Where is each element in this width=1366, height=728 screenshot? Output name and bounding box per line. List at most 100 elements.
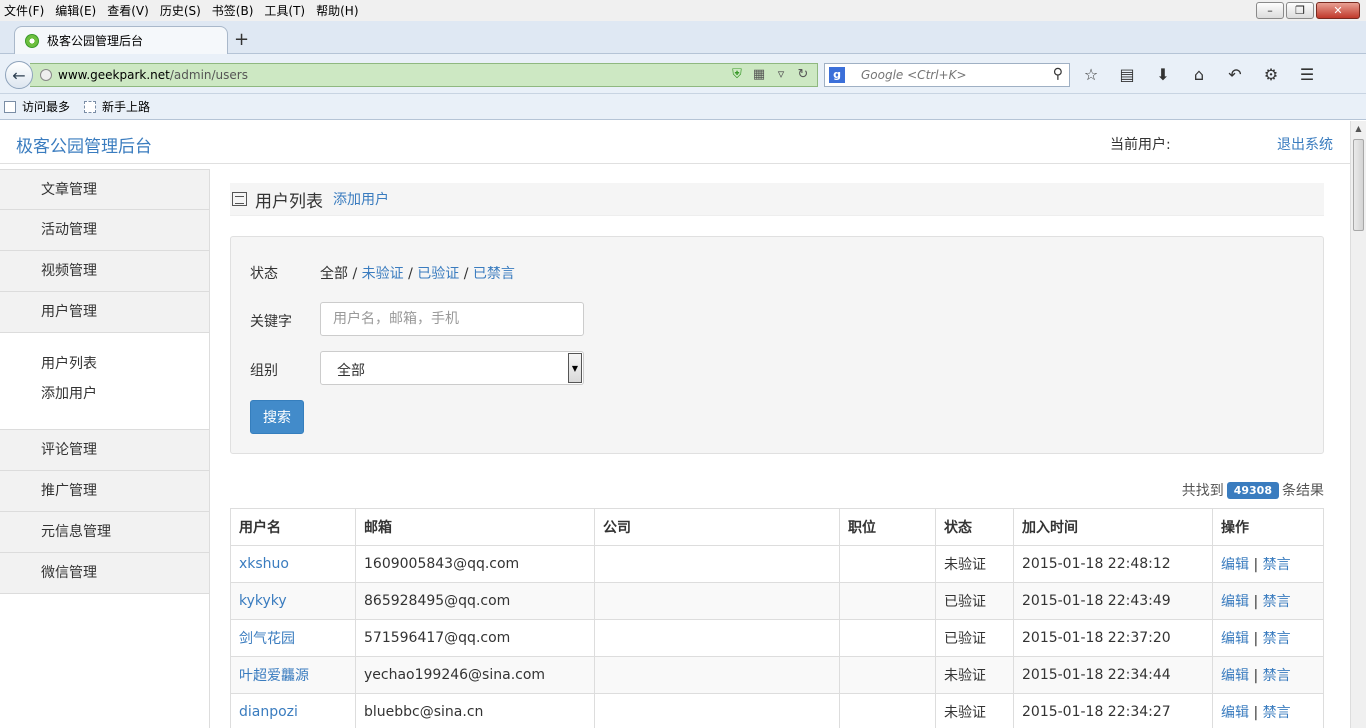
- arrow-left-icon: ←: [12, 65, 26, 85]
- table-row: dianpozi bluebbc@sina.cn 未验证 2015-01-18 …: [230, 693, 1324, 728]
- star-icon[interactable]: ☆: [1080, 64, 1102, 86]
- qrcode-icon[interactable]: ▦: [751, 67, 767, 83]
- undo-icon[interactable]: ↶: [1224, 64, 1246, 86]
- url-bar[interactable]: www.geekpark.net/admin/users ⛨ ▦ ▿ ↻: [30, 63, 818, 87]
- dropdown-icon[interactable]: ▿: [773, 67, 789, 83]
- restore-icon[interactable]: ❐: [1286, 2, 1314, 19]
- ban-link[interactable]: 禁言: [1263, 557, 1291, 573]
- search-button[interactable]: 搜索: [250, 400, 304, 434]
- menu-tools[interactable]: 工具(T): [264, 2, 305, 19]
- edit-link[interactable]: 编辑: [1221, 594, 1249, 610]
- shield-icon[interactable]: ⛨: [729, 67, 745, 83]
- reload-icon[interactable]: ↻: [795, 67, 811, 83]
- download-icon[interactable]: ⬇: [1152, 64, 1174, 86]
- group-label: 组别: [250, 363, 278, 379]
- edit-link[interactable]: 编辑: [1221, 705, 1249, 721]
- status-filter-banned[interactable]: 已禁言: [473, 266, 515, 282]
- scrollbar-thumb[interactable]: [1353, 139, 1364, 231]
- web-search-input[interactable]: [861, 68, 1041, 82]
- google-engine-icon[interactable]: g: [829, 67, 845, 83]
- logout-link[interactable]: 退出系统: [1277, 134, 1333, 154]
- brand-link[interactable]: 极客公园管理后台: [16, 132, 152, 157]
- sidebar-item-comments[interactable]: 评论管理: [0, 430, 209, 471]
- column-header-email: 邮箱: [355, 508, 595, 546]
- actions-cell: 编辑 | 禁言: [1212, 619, 1324, 657]
- globe-icon: [40, 69, 52, 81]
- sidebar-subitem-add-user[interactable]: 添加用户: [41, 379, 209, 409]
- column-header-username: 用户名: [230, 508, 356, 546]
- status-filter-unverified[interactable]: 未验证: [362, 266, 404, 282]
- username-link[interactable]: xkshuo: [230, 545, 356, 583]
- search-icon[interactable]: ⚲: [1053, 66, 1063, 82]
- sidebar-item-meta[interactable]: 元信息管理: [0, 512, 209, 553]
- status-cell: 已验证: [935, 582, 1014, 620]
- table-header-row: 用户名 邮箱 公司 职位 状态 加入时间 操作: [230, 508, 1324, 546]
- username-link[interactable]: kykyky: [230, 582, 356, 620]
- status-cell: 未验证: [935, 656, 1014, 694]
- sidebar: 文章管理 活动管理 视频管理 用户管理 用户列表 添加用户 评论管理 推广管理 …: [0, 169, 210, 728]
- email-cell: 1609005843@qq.com: [355, 545, 595, 583]
- table-row: 叶超爱龘源 yechao199246@sina.com 未验证 2015-01-…: [230, 656, 1324, 694]
- url-domain: www.geekpark.net: [58, 68, 170, 82]
- navigation-toolbar: www.geekpark.net/admin/users ⛨ ▦ ▿ ↻ ← g…: [0, 54, 1366, 94]
- status-filter-all[interactable]: 全部: [320, 266, 348, 282]
- sidebar-item-articles[interactable]: 文章管理: [0, 169, 209, 210]
- position-cell: [839, 582, 936, 620]
- add-user-link[interactable]: 添加用户: [333, 189, 389, 209]
- edit-link[interactable]: 编辑: [1221, 668, 1249, 684]
- filter-panel: 状态 全部 / 未验证 / 已验证 / 已禁言 关键字 组别 全部 ▼ 搜索: [230, 236, 1324, 454]
- ban-link[interactable]: 禁言: [1263, 594, 1291, 610]
- actions-cell: 编辑 | 禁言: [1212, 656, 1324, 694]
- home-icon[interactable]: ⌂: [1188, 64, 1210, 86]
- ban-link[interactable]: 禁言: [1263, 705, 1291, 721]
- edit-link[interactable]: 编辑: [1221, 557, 1249, 573]
- page-scrollbar[interactable]: ▲: [1350, 121, 1366, 728]
- reading-list-icon[interactable]: ▤: [1116, 64, 1138, 86]
- minimize-icon[interactable]: –: [1256, 2, 1284, 19]
- addon-icon[interactable]: ⚙: [1260, 64, 1282, 86]
- username-link[interactable]: dianpozi: [230, 693, 356, 728]
- chevron-down-icon[interactable]: ▼: [568, 353, 582, 383]
- sidebar-item-videos[interactable]: 视频管理: [0, 251, 209, 292]
- username-link[interactable]: 剑气花园: [230, 619, 356, 657]
- email-cell: yechao199246@sina.com: [355, 656, 595, 694]
- menu-bookmarks[interactable]: 书签(B): [212, 2, 254, 19]
- group-select[interactable]: 全部 ▼: [320, 351, 584, 385]
- menu-icon[interactable]: ☰: [1296, 64, 1318, 86]
- status-label: 状态: [250, 266, 278, 282]
- table-row: xkshuo 1609005843@qq.com 未验证 2015-01-18 …: [230, 545, 1324, 583]
- sidebar-item-promotion[interactable]: 推广管理: [0, 471, 209, 512]
- back-button[interactable]: ←: [5, 61, 33, 89]
- sidebar-item-events[interactable]: 活动管理: [0, 210, 209, 251]
- menu-history[interactable]: 历史(S): [160, 2, 201, 19]
- position-cell: [839, 545, 936, 583]
- scroll-up-icon[interactable]: ▲: [1351, 121, 1366, 137]
- bookmark-label: 新手上路: [102, 100, 151, 114]
- ban-link[interactable]: 禁言: [1263, 631, 1291, 647]
- users-table: 用户名 邮箱 公司 职位 状态 加入时间 操作 xkshuo 160900584…: [230, 508, 1324, 728]
- edit-link[interactable]: 编辑: [1221, 631, 1249, 647]
- status-filter-verified[interactable]: 已验证: [417, 266, 459, 282]
- username-link[interactable]: 叶超爱龘源: [230, 656, 356, 694]
- web-search-box[interactable]: g ⚲: [824, 63, 1070, 87]
- section-header: 用户列表 添加用户: [230, 183, 1324, 216]
- sidebar-item-users[interactable]: 用户管理: [0, 292, 209, 333]
- company-cell: [594, 619, 840, 657]
- sidebar-subitem-user-list[interactable]: 用户列表: [41, 349, 209, 379]
- menu-edit[interactable]: 编辑(E): [55, 2, 96, 19]
- browser-tab[interactable]: 极客公园管理后台: [14, 26, 228, 54]
- bookmark-getting-started[interactable]: 新手上路: [84, 98, 150, 115]
- menu-view[interactable]: 查看(V): [107, 2, 149, 19]
- menu-help[interactable]: 帮助(H): [316, 2, 358, 19]
- keyword-input[interactable]: [320, 302, 584, 336]
- menu-file[interactable]: 文件(F): [4, 2, 44, 19]
- new-tab-icon[interactable]: +: [234, 29, 249, 50]
- separator: |: [1253, 557, 1259, 573]
- ban-link[interactable]: 禁言: [1263, 668, 1291, 684]
- close-icon[interactable]: ✕: [1316, 2, 1360, 19]
- result-count-badge: 49308: [1226, 482, 1279, 499]
- sidebar-item-wechat[interactable]: 微信管理: [0, 553, 209, 594]
- column-header-position: 职位: [839, 508, 936, 546]
- email-cell: 865928495@qq.com: [355, 582, 595, 620]
- bookmark-most-visited[interactable]: 访问最多: [4, 98, 70, 115]
